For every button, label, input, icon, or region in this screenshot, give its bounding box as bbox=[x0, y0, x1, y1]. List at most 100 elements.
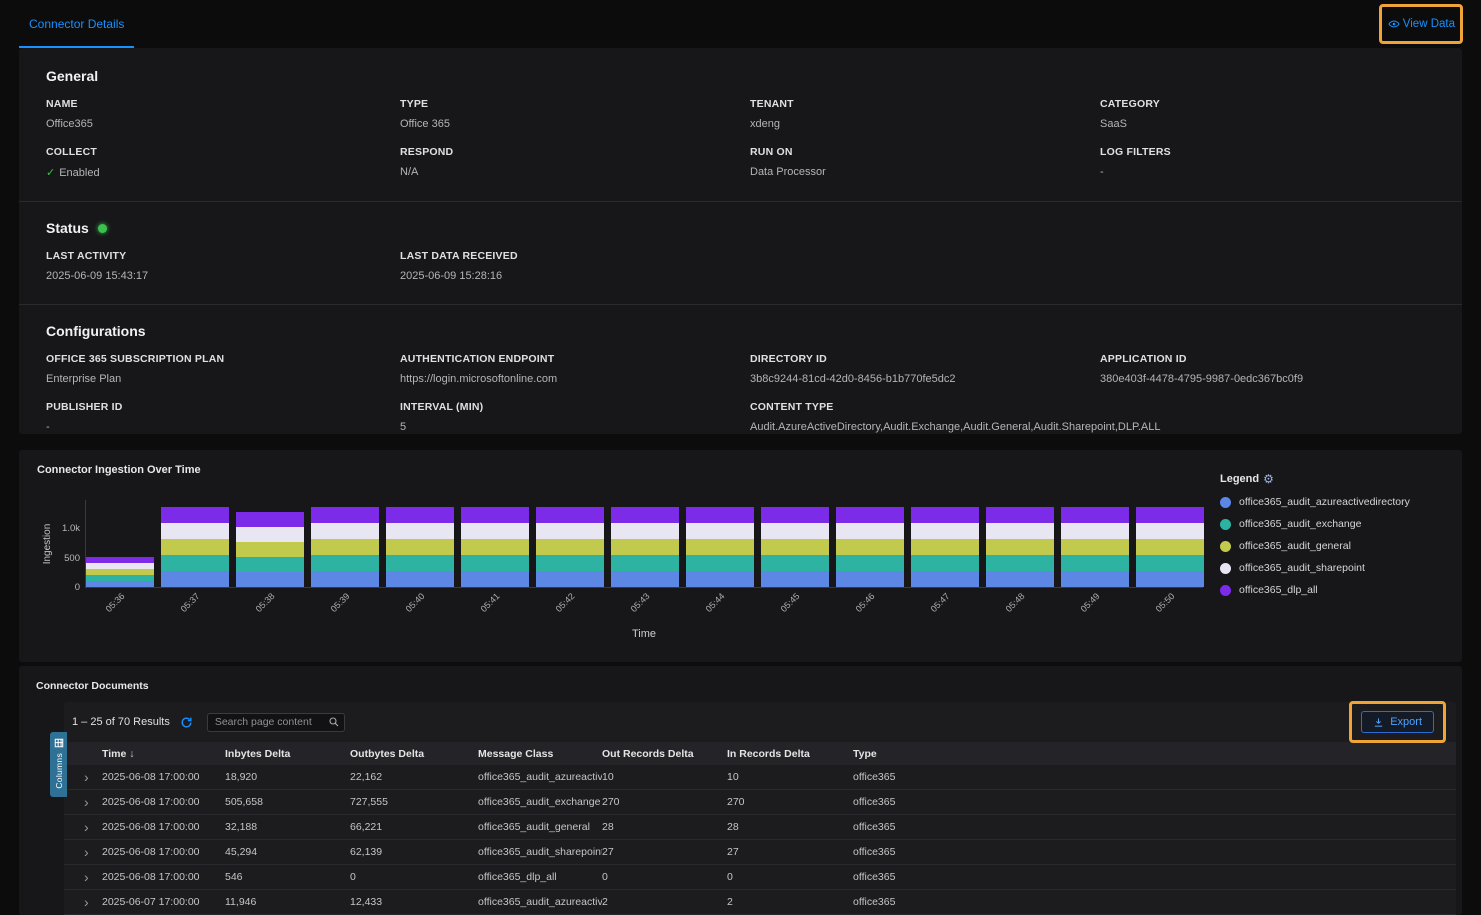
bar-segment-office365_audit_azureactivedirectory bbox=[461, 571, 529, 587]
legend-header: Legend ⚙ bbox=[1220, 472, 1440, 486]
bar-group[interactable]: 05:48 bbox=[986, 500, 1054, 587]
column-header-label: Outbytes Delta bbox=[350, 748, 424, 760]
columns-panel-toggle[interactable]: Columns bbox=[50, 732, 67, 797]
legend-item-office365_dlp_all[interactable]: office365_dlp_all bbox=[1220, 584, 1440, 596]
table-body: ›2025-06-08 17:00:0018,92022,162office36… bbox=[64, 765, 1456, 915]
details-panel: General NAME Office365 TYPE Office 365 T… bbox=[19, 48, 1462, 434]
bar-stack bbox=[986, 507, 1054, 587]
cell-in-records: 0 bbox=[727, 871, 853, 883]
section-divider bbox=[19, 304, 1462, 305]
bar-segment-office365_audit_general bbox=[161, 539, 229, 555]
table-row[interactable]: ›2025-06-08 17:00:0045,29462,139office36… bbox=[64, 840, 1456, 865]
bar-group[interactable]: 05:47 bbox=[911, 500, 979, 587]
bar-segment-office365_dlp_all bbox=[986, 507, 1054, 523]
row-expand-chevron-icon[interactable]: › bbox=[64, 870, 102, 884]
search-input[interactable] bbox=[207, 713, 345, 732]
cell-out-records: 0 bbox=[602, 871, 727, 883]
bar-stack bbox=[461, 507, 529, 587]
export-button[interactable]: Export bbox=[1361, 711, 1434, 733]
legend-label: office365_audit_sharepoint bbox=[1239, 562, 1365, 574]
cell-in-records: 28 bbox=[727, 821, 853, 833]
bar-group[interactable]: 05:39 bbox=[311, 500, 379, 587]
y-tick-label: 500 bbox=[64, 553, 80, 564]
field-value: xdeng bbox=[750, 118, 1080, 130]
row-expand-chevron-icon[interactable]: › bbox=[64, 895, 102, 909]
check-icon: ✓ bbox=[46, 167, 55, 179]
field-label: TENANT bbox=[750, 98, 1080, 110]
bar-segment-office365_audit_exchange bbox=[1061, 555, 1129, 571]
tab-connector-details[interactable]: Connector Details bbox=[19, 0, 134, 48]
field-application-id: APPLICATION ID 380e403f-4478-4795-9987-0… bbox=[1100, 353, 1435, 385]
column-header-type[interactable]: Type bbox=[853, 748, 1456, 760]
field-label: INTERVAL (MIN) bbox=[400, 401, 730, 413]
sort-desc-icon: ↓ bbox=[126, 748, 134, 760]
section-divider bbox=[19, 201, 1462, 202]
bar-stack bbox=[611, 507, 679, 587]
view-data-button[interactable]: View Data bbox=[1388, 18, 1455, 30]
bar-segment-office365_audit_exchange bbox=[986, 555, 1054, 571]
column-header-outbytes-delta[interactable]: Outbytes Delta bbox=[350, 748, 478, 760]
general-section-title: General bbox=[46, 68, 1435, 84]
cell-in-records: 2 bbox=[727, 896, 853, 908]
legend-settings-gear-icon[interactable]: ⚙ bbox=[1263, 472, 1274, 486]
bar-group[interactable]: 05:42 bbox=[536, 500, 604, 587]
bar-group[interactable]: 05:50 bbox=[1136, 500, 1204, 587]
row-expand-chevron-icon[interactable]: › bbox=[64, 795, 102, 809]
view-data-eye-icon bbox=[1388, 18, 1400, 30]
row-expand-chevron-icon[interactable]: › bbox=[64, 770, 102, 784]
table-row[interactable]: ›2025-06-08 17:00:00505,658727,555office… bbox=[64, 790, 1456, 815]
row-expand-chevron-icon[interactable]: › bbox=[64, 820, 102, 834]
legend-items: office365_audit_azureactivedirectoryoffi… bbox=[1220, 496, 1440, 596]
table-row[interactable]: ›2025-06-08 17:00:0018,92022,162office36… bbox=[64, 765, 1456, 790]
bar-stack bbox=[536, 507, 604, 587]
field-subscription-plan: OFFICE 365 SUBSCRIPTION PLAN Enterprise … bbox=[46, 353, 400, 385]
bar-segment-office365_dlp_all bbox=[1136, 507, 1204, 523]
bar-segment-office365_dlp_all bbox=[161, 507, 229, 523]
bar-group[interactable]: 05:46 bbox=[836, 500, 904, 587]
bar-segment-office365_audit_azureactivedirectory bbox=[386, 571, 454, 587]
bar-group[interactable]: 05:41 bbox=[461, 500, 529, 587]
bar-group[interactable]: 05:45 bbox=[761, 500, 829, 587]
bar-segment-office365_dlp_all bbox=[686, 507, 754, 523]
table-row[interactable]: ›2025-06-08 17:00:005460office365_dlp_al… bbox=[64, 865, 1456, 890]
field-collect: COLLECT ✓Enabled bbox=[46, 146, 400, 179]
column-header-out-records-delta[interactable]: Out Records Delta bbox=[602, 748, 727, 760]
field-publisher-id: PUBLISHER ID - bbox=[46, 401, 400, 433]
bar-group[interactable]: 05:37 bbox=[161, 500, 229, 587]
table-row[interactable]: ›2025-06-07 17:00:0011,94612,433office36… bbox=[64, 890, 1456, 915]
tab-label: Connector Details bbox=[29, 17, 124, 31]
bar-group[interactable]: 05:36 bbox=[86, 500, 154, 587]
refresh-button[interactable] bbox=[180, 716, 193, 729]
bar-segment-office365_audit_general bbox=[311, 539, 379, 555]
bar-group[interactable]: 05:43 bbox=[611, 500, 679, 587]
row-expand-chevron-icon[interactable]: › bbox=[64, 845, 102, 859]
legend-item-office365_audit_sharepoint[interactable]: office365_audit_sharepoint bbox=[1220, 562, 1440, 574]
bar-segment-office365_audit_azureactivedirectory bbox=[911, 571, 979, 587]
cell-outbytes: 0 bbox=[350, 871, 478, 883]
cell-in-records: 27 bbox=[727, 846, 853, 858]
column-header-in-records-delta[interactable]: In Records Delta bbox=[727, 748, 853, 760]
bar-group[interactable]: 05:40 bbox=[386, 500, 454, 587]
chart-plot: 05:3605:3705:3805:3905:4005:4105:4205:43… bbox=[85, 500, 1203, 588]
bar-segment-office365_audit_general bbox=[236, 542, 304, 557]
general-fields-grid: NAME Office365 TYPE Office 365 TENANT xd… bbox=[46, 98, 1435, 195]
legend-item-office365_audit_exchange[interactable]: office365_audit_exchange bbox=[1220, 518, 1440, 530]
field-value: 5 bbox=[400, 421, 730, 433]
bar-group[interactable]: 05:49 bbox=[1061, 500, 1129, 587]
bar-group[interactable]: 05:44 bbox=[686, 500, 754, 587]
legend-item-office365_audit_azureactivedirectory[interactable]: office365_audit_azureactivedirectory bbox=[1220, 496, 1440, 508]
bar-segment-office365_audit_general bbox=[986, 539, 1054, 555]
bar-segment-office365_audit_general bbox=[686, 539, 754, 555]
table-row[interactable]: ›2025-06-08 17:00:0032,18866,221office36… bbox=[64, 815, 1456, 840]
bar-segment-office365_audit_exchange bbox=[761, 555, 829, 571]
field-value: ✓Enabled bbox=[46, 166, 380, 179]
bar-stack bbox=[911, 507, 979, 587]
cell-message-class: office365_audit_azureactived bbox=[478, 771, 602, 783]
column-header-message-class[interactable]: Message Class bbox=[478, 748, 602, 760]
bar-group[interactable]: 05:38 bbox=[236, 500, 304, 587]
bar-stack bbox=[686, 507, 754, 587]
bar-segment-office365_audit_general bbox=[1061, 539, 1129, 555]
column-header-time[interactable]: Time ↓ bbox=[102, 748, 225, 760]
legend-item-office365_audit_general[interactable]: office365_audit_general bbox=[1220, 540, 1440, 552]
column-header-inbytes-delta[interactable]: Inbytes Delta bbox=[225, 748, 350, 760]
